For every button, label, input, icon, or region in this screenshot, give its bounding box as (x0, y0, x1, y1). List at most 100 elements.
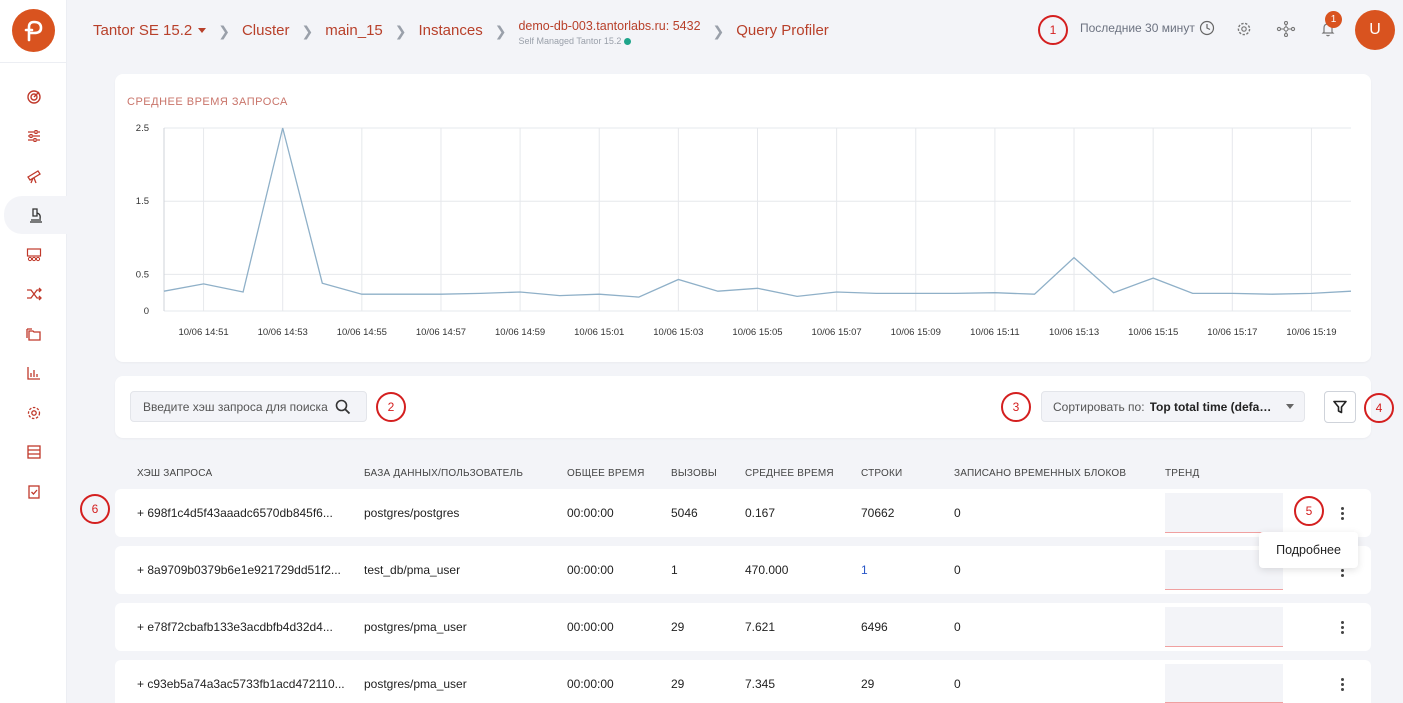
table-row[interactable]: + 698f1c4d5f43aaadc6570db845f6... postgr… (115, 489, 1371, 537)
chevron-right-icon: ❯ (301, 23, 314, 39)
table-row[interactable]: + e78f72cbafb133e3acdbfb4d32d4... postgr… (115, 603, 1371, 651)
db-user: postgres/postgres (364, 506, 460, 520)
query-hash[interactable]: + c93eb5a74a3ac5733fb1acd472110... (137, 677, 345, 691)
column-header-total-time[interactable]: ОБЩЕЕ ВРЕМЯ (567, 468, 645, 479)
users-icon (26, 248, 41, 262)
table-header: ХЭШ ЗАПРОСА БАЗА ДАННЫХ/ПОЛЬЗОВАТЕЛЬ ОБЩ… (115, 462, 1371, 486)
sliders-icon (27, 130, 40, 142)
search-input[interactable] (143, 399, 335, 414)
y-tick-label: 0 (144, 306, 149, 317)
x-tick-label: 10/06 15:13 (1049, 327, 1099, 338)
sidebar-item-settings[interactable] (0, 394, 67, 432)
sort-value: Top total time (default) (1149, 399, 1276, 414)
sort-select[interactable]: Сортировать по: Top total time (default) (1041, 391, 1305, 422)
sidebar-item-tables[interactable] (0, 433, 67, 471)
rows-count: 1 (861, 563, 868, 577)
breadcrumb-database[interactable]: main_15 (325, 18, 383, 44)
sidebar-item-replication[interactable] (0, 275, 67, 313)
time-range-label: Последние 30 минут (1080, 21, 1195, 35)
annotation-marker-3: 3 (1001, 392, 1031, 422)
annotation-marker-1: 1 (1038, 15, 1068, 45)
shuffle-icon (26, 287, 42, 301)
network-icon (1276, 21, 1296, 37)
row-menu-button[interactable] (1334, 674, 1350, 694)
gear-icon (27, 406, 40, 420)
kebab-dot (1340, 630, 1344, 634)
logo-icon[interactable] (12, 9, 55, 52)
sidebar-item-analytics[interactable] (0, 354, 67, 392)
table-row[interactable]: + c93eb5a74a3ac5733fb1acd472110... postg… (115, 660, 1371, 703)
avatar[interactable]: U (1355, 10, 1395, 50)
column-header-temp-blocks[interactable]: ЗАПИСАНО ВРЕМЕННЫХ БЛОКОВ (954, 468, 1126, 479)
db-user: postgres/pma_user (364, 677, 467, 691)
filter-button[interactable] (1324, 391, 1356, 423)
sidebar-item-sessions[interactable] (0, 236, 67, 274)
x-tick-label: 10/06 15:05 (732, 327, 782, 338)
topology-button[interactable] (1275, 18, 1297, 40)
breadcrumb-instances[interactable]: Instances (419, 18, 483, 44)
trend-sparkline (1165, 664, 1283, 703)
notifications-badge: 1 (1325, 11, 1342, 28)
row-menu-details-item[interactable]: Подробнее (1259, 532, 1358, 568)
table-row[interactable]: + 8a9709b0379b6e1e921729dd51f2... test_d… (115, 546, 1371, 594)
column-header-trend: ТРЕНД (1165, 468, 1200, 479)
annotation-marker-2: 2 (376, 392, 406, 422)
total-time: 00:00:00 (567, 506, 614, 520)
sidebar-item-tasks[interactable] (0, 473, 67, 511)
avg-time: 0.167 (745, 506, 776, 520)
sidebar-item-configuration[interactable] (0, 117, 67, 155)
clock-icon (1199, 20, 1214, 36)
chevron-right-icon: ❯ (394, 23, 407, 39)
rows-count: 6496 (861, 620, 888, 634)
row-menu-button[interactable] (1334, 503, 1350, 523)
breadcrumb-cluster[interactable]: Cluster (242, 18, 290, 44)
sidebar-item-storage[interactable] (0, 315, 67, 353)
trend-sparkline (1165, 493, 1283, 533)
temp-blocks: 0 (954, 677, 961, 691)
query-hash[interactable]: + 698f1c4d5f43aaadc6570db845f6... (137, 506, 333, 520)
top-bar: Tantor SE 15.2 ❯ Cluster ❯ main_15 ❯ Ins… (67, 0, 1403, 62)
chevron-right-icon: ❯ (494, 23, 507, 39)
query-hash[interactable]: + 8a9709b0379b6e1e921729dd51f2... (137, 563, 341, 577)
settings-button[interactable] (1233, 18, 1255, 40)
x-tick-label: 10/06 15:19 (1286, 327, 1336, 338)
db-user: test_db/pma_user (364, 563, 461, 577)
annotation-marker-4: 4 (1364, 393, 1394, 423)
column-header-hash[interactable]: ХЭШ ЗАПРОСА (137, 468, 212, 479)
sidebar-item-inspector[interactable] (0, 157, 67, 195)
table-icon (26, 445, 41, 459)
column-header-db-user[interactable]: БАЗА ДАННЫХ/ПОЛЬЗОВАТЕЛЬ (364, 468, 523, 479)
column-header-calls[interactable]: ВЫЗОВЫ (671, 468, 717, 479)
y-tick-label: 1.5 (136, 196, 149, 207)
kebab-dot (1340, 620, 1344, 624)
kebab-dot (1340, 682, 1344, 686)
column-header-rows[interactable]: СТРОКИ (861, 468, 902, 479)
host-subtitle-text: Self Managed Tantor 15.2 (518, 36, 622, 46)
search-icon (335, 399, 351, 414)
trend-sparkline (1165, 607, 1283, 647)
x-tick-label: 10/06 15:03 (653, 327, 703, 338)
chevron-down-icon (1286, 404, 1294, 409)
time-range-selector[interactable]: Последние 30 минут (1080, 20, 1215, 36)
kebab-dot (1340, 506, 1344, 510)
chevron-down-icon (198, 27, 207, 33)
search-field[interactable] (130, 391, 367, 422)
kebab-dot (1340, 516, 1344, 520)
rows-count: 29 (861, 677, 875, 691)
chart-canvas: 2.5 1.5 0.5 0 10/06 14:51 10/06 14:53 10/06 14… (136, 123, 1352, 338)
sidebar-item-dashboard[interactable] (0, 78, 67, 116)
sidebar-item-query-profiler[interactable] (4, 196, 67, 234)
chevron-right-icon: ❯ (712, 23, 725, 39)
chevron-right-icon: ❯ (218, 23, 230, 39)
breadcrumb-host[interactable]: demo-db-003.tantorlabs.ru: 5432 Self Man… (518, 18, 700, 48)
db-user: postgres/pma_user (364, 620, 467, 634)
breadcrumb-product[interactable]: Tantor SE 15.2 (93, 18, 207, 44)
row-menu-button[interactable] (1334, 617, 1350, 637)
column-header-avg-time[interactable]: СРЕДНЕЕ ВРЕМЯ (745, 468, 834, 479)
y-tick-label: 2.5 (136, 123, 149, 134)
query-hash[interactable]: + e78f72cbafb133e3acdbfb4d32d4... (137, 620, 333, 634)
x-tick-label: 10/06 15:11 (970, 327, 1019, 338)
x-tick-label: 10/06 15:15 (1128, 327, 1178, 338)
checklist-icon (27, 485, 40, 499)
y-tick-label: 0.5 (136, 269, 149, 280)
